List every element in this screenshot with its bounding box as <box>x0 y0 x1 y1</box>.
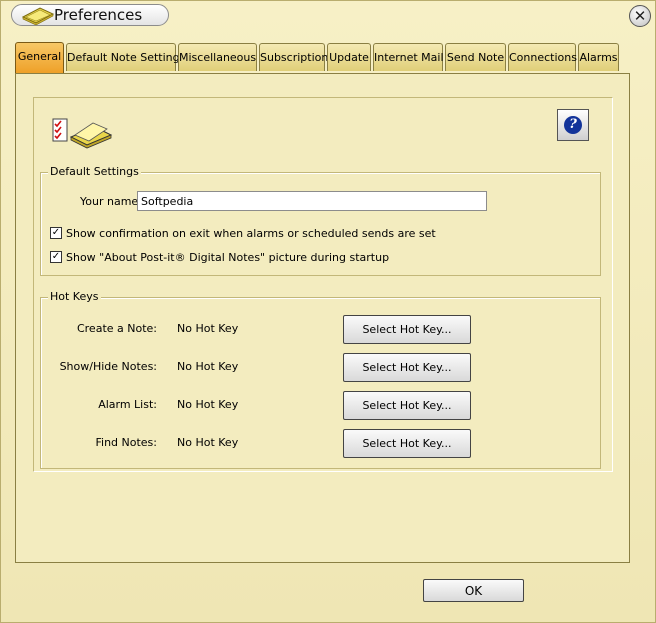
hot-keys-legend: Hot Keys <box>48 290 101 304</box>
show-hide-notes-label: Show/Hide Notes: <box>59 360 157 373</box>
tab-connections[interactable]: Connections <box>508 43 577 71</box>
tab-label: Update <box>329 51 369 64</box>
alarm-list-label: Alarm List: <box>98 398 157 411</box>
show-hide-notes-select-hotkey-button[interactable]: Select Hot Key... <box>343 353 471 382</box>
help-icon: ? <box>564 116 582 134</box>
tab-miscellaneous[interactable]: Miscellaneous <box>178 43 257 71</box>
tab-label: Subscription <box>260 51 329 64</box>
find-notes-label: Find Notes: <box>95 436 157 449</box>
confirm-exit-checkbox-row[interactable]: ✓ Show confirmation on exit when alarms … <box>50 226 590 242</box>
close-button[interactable]: ✕ <box>629 5 651 27</box>
tab-internet-mail[interactable]: Internet Mail <box>373 43 444 71</box>
tab-label: Alarms <box>579 51 618 64</box>
tab-subscription[interactable]: Subscription <box>259 43 329 71</box>
confirm-exit-checkbox[interactable]: ✓ <box>50 227 62 239</box>
default-settings-legend: Default Settings <box>48 165 141 179</box>
hot-keys-group: Hot Keys Create a Note: No Hot Key Selec… <box>40 290 601 469</box>
tab-label: Default Note Settings <box>67 51 186 64</box>
default-settings-group: Default Settings Your name: ✓ Show confi… <box>40 165 601 276</box>
general-tab-panel: ? Default Settings Your name: ✓ Show con… <box>15 73 630 563</box>
tab-label: Send Note <box>446 51 505 64</box>
show-about-checkbox[interactable]: ✓ <box>50 251 62 263</box>
find-notes-hotkey-value: No Hot Key <box>177 436 239 449</box>
tab-label: General <box>17 50 62 63</box>
tab-default-note-settings[interactable]: Default Note Settings <box>66 43 185 71</box>
create-note-hotkey-value: No Hot Key <box>177 322 239 335</box>
tab-label: Connections <box>509 51 577 64</box>
alarm-list-select-hotkey-button[interactable]: Select Hot Key... <box>343 391 471 420</box>
tab-update[interactable]: Update <box>327 43 371 71</box>
tab-general[interactable]: General <box>15 42 64 74</box>
title-bar: Preferences <box>11 4 169 26</box>
tab-send-note[interactable]: Send Note <box>445 43 506 71</box>
show-about-checkbox-row[interactable]: ✓ Show "About Post-it® Digital Notes" pi… <box>50 250 590 266</box>
window-title: Preferences <box>54 6 143 24</box>
create-note-label: Create a Note: <box>76 322 157 335</box>
post-it-checklist-icon <box>51 115 113 149</box>
close-icon: ✕ <box>633 7 647 25</box>
show-hide-notes-hotkey-value: No Hot Key <box>177 360 239 373</box>
tab-alarms[interactable]: Alarms <box>578 43 619 71</box>
general-settings-area: ? Default Settings Your name: ✓ Show con… <box>33 97 613 472</box>
your-name-label: Your name: <box>80 195 142 208</box>
help-button[interactable]: ? <box>557 109 589 141</box>
your-name-input[interactable] <box>137 191 487 211</box>
alarm-list-hotkey-value: No Hot Key <box>177 398 239 411</box>
post-it-notes-icon <box>20 6 56 26</box>
confirm-exit-label: Show confirmation on exit when alarms or… <box>66 227 436 240</box>
preferences-window: Preferences ✕ General Default Note Setti… <box>0 0 656 623</box>
tab-label: Internet Mail <box>374 51 444 64</box>
find-notes-select-hotkey-button[interactable]: Select Hot Key... <box>343 429 471 458</box>
ok-button[interactable]: OK <box>423 579 524 602</box>
tab-label: Miscellaneous <box>179 51 257 64</box>
show-about-label: Show "About Post-it® Digital Notes" pict… <box>66 251 390 264</box>
create-note-select-hotkey-button[interactable]: Select Hot Key... <box>343 315 471 344</box>
